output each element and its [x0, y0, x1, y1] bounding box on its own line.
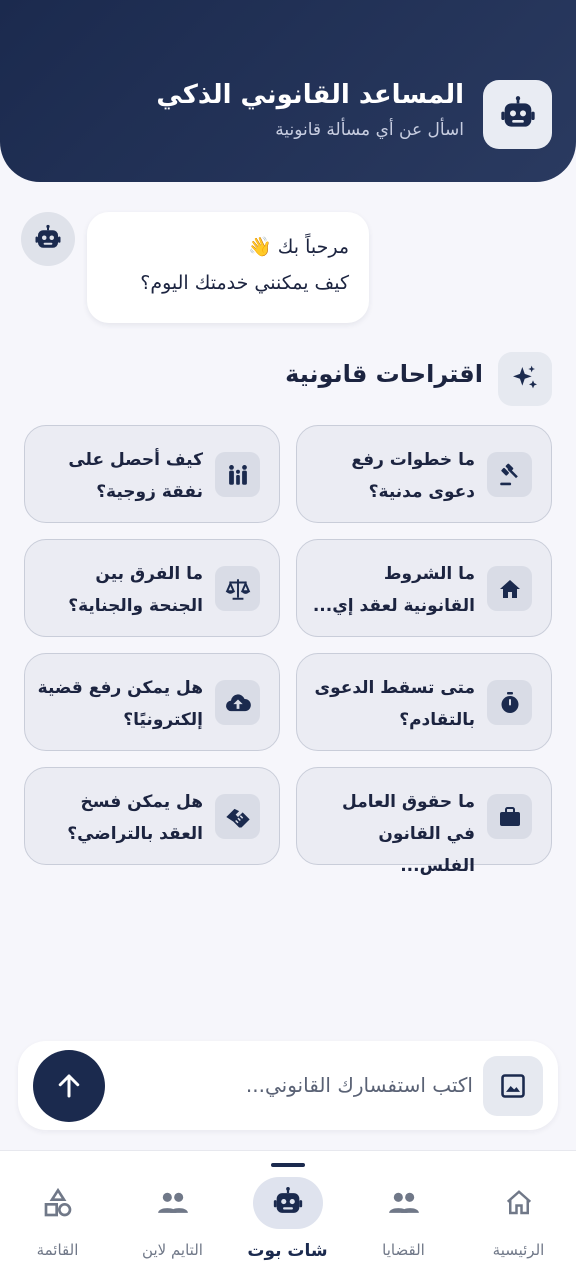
robot-icon [483, 80, 552, 149]
suggestion-line: هل يمكن فسخ [80, 792, 203, 812]
nav-item-timeline[interactable]: التايم لاين [115, 1151, 230, 1280]
people-icon [369, 1177, 439, 1229]
suggestion-line: ما خطوات رفع [351, 450, 475, 470]
house-icon [487, 566, 532, 611]
suggestion-line: كيف أحصل على [68, 450, 203, 470]
suggestion-line: القانونية لعقد إي... [312, 596, 475, 616]
nav-item-menu[interactable]: القائمة [0, 1151, 115, 1280]
scales-icon [215, 566, 260, 611]
welcome-question: كيف يمكنني خدمتك اليوم؟ [140, 272, 349, 294]
suggestion-card-alimony[interactable]: كيف أحصل على نفقة زوجية؟ [24, 425, 280, 523]
nav-label: التايم لاين [142, 1241, 203, 1259]
robot-icon [35, 224, 61, 248]
page-subtitle: اسأل عن أي مسألة قانونية [275, 120, 464, 140]
nav-item-chatbot[interactable]: شات بوت [230, 1151, 345, 1280]
suggestion-line: دعوى مدنية؟ [368, 482, 475, 502]
nav-label: الرئيسية [492, 1241, 545, 1259]
suggestion-card-online-case[interactable]: هل يمكن رفع قضية إلكترونيًا؟ [24, 653, 280, 751]
suggestion-line: ما حقوق العامل [342, 792, 475, 812]
image-icon [501, 1074, 525, 1098]
welcome-greeting: مرحباً بك 👋 [248, 236, 349, 258]
handshake-icon [215, 794, 260, 839]
arrow-up-icon [58, 1074, 80, 1098]
nav-label: القائمة [36, 1241, 79, 1259]
briefcase-icon [487, 794, 532, 839]
suggestion-line: إلكترونيًا؟ [123, 710, 203, 730]
suggestion-card-statute-limitations[interactable]: متى تسقط الدعوى بالتقادم؟ [296, 653, 552, 751]
bottom-navigation: الرئيسية القضايا شات بوت التايم لاين الق… [0, 1150, 576, 1280]
message-input[interactable] [118, 1063, 473, 1107]
suggestion-line: متى تسقط الدعوى [314, 678, 475, 698]
nav-label: القضايا [382, 1241, 425, 1259]
suggestions-title: اقتراحات قانونية [285, 360, 483, 388]
suggestion-line: ما الفرق بين [95, 564, 203, 584]
nav-item-cases[interactable]: القضايا [346, 1151, 461, 1280]
message-composer [18, 1041, 558, 1130]
shapes-icon [23, 1177, 93, 1229]
welcome-message-bubble: مرحباً بك 👋 كيف يمكنني خدمتك اليوم؟ [87, 212, 369, 323]
suggestion-line: نفقة زوجية؟ [96, 482, 203, 502]
people-icon [138, 1177, 208, 1229]
cloud-upload-icon [215, 680, 260, 725]
page-title: المساعد القانوني الذكي [156, 80, 464, 110]
suggestion-line: في القانون الفلس... [378, 824, 475, 876]
suggestion-card-worker-rights[interactable]: ما حقوق العامل في القانون الفلس... [296, 767, 552, 876]
bot-avatar [21, 212, 75, 266]
nav-item-home[interactable]: الرئيسية [461, 1151, 576, 1280]
suggestion-line: بالتقادم؟ [399, 710, 475, 730]
nav-label: شات بوت [247, 1241, 328, 1261]
suggestion-card-civil-lawsuit[interactable]: ما خطوات رفع دعوى مدنية؟ [296, 425, 552, 523]
home-icon [484, 1177, 554, 1229]
attach-image-button[interactable] [483, 1056, 543, 1116]
app-header: المساعد القانوني الذكي اسأل عن أي مسألة … [0, 0, 576, 182]
suggestion-card-contract-termination[interactable]: هل يمكن فسخ العقد بالتراضي؟ [24, 767, 280, 865]
sparkles-icon [498, 352, 552, 406]
suggestion-card-lease-contract[interactable]: ما الشروط القانونية لعقد إي... [296, 539, 552, 637]
gavel-icon [487, 452, 532, 497]
suggestion-line: هل يمكن رفع قضية [37, 678, 203, 698]
suggestion-line: العقد بالتراضي؟ [67, 824, 203, 844]
robot-icon [252, 1177, 323, 1229]
suggestion-line: ما الشروط [383, 564, 475, 584]
suggestion-card-misdemeanor-felony[interactable]: ما الفرق بين الجنحة والجناية؟ [24, 539, 280, 637]
family-icon [215, 452, 260, 497]
send-button[interactable] [33, 1050, 105, 1122]
stopwatch-icon [487, 680, 532, 725]
suggestion-line: الجنحة والجناية؟ [68, 596, 203, 616]
